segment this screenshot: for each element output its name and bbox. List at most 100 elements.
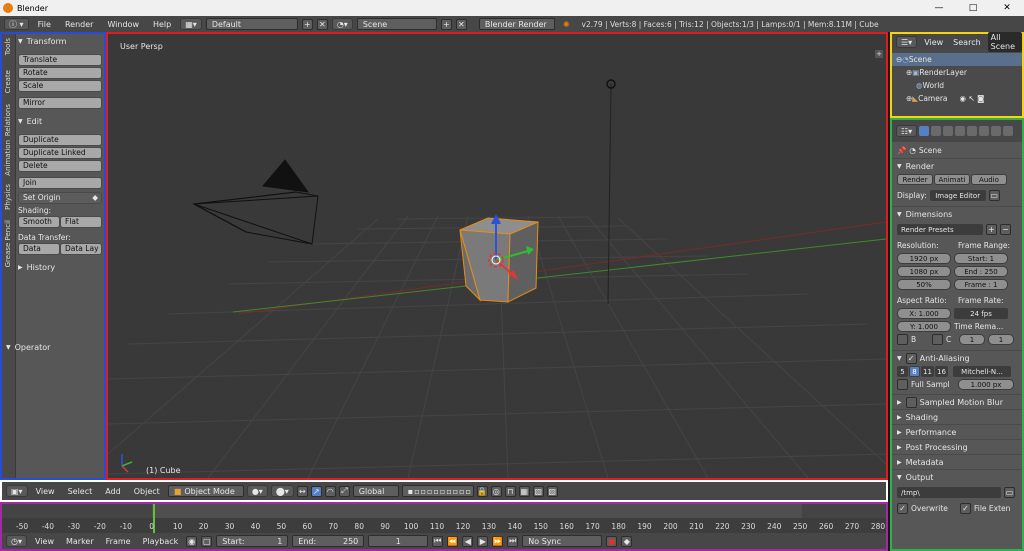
crop-checkbox[interactable] <box>932 334 943 345</box>
render-audio-button[interactable]: Audio <box>971 174 1007 185</box>
scale-button[interactable]: Scale <box>18 80 102 92</box>
next-keyframe-icon[interactable]: ⏩ <box>492 535 504 547</box>
tab-animation[interactable]: Animation <box>4 140 12 176</box>
camera-object[interactable] <box>192 159 319 245</box>
filter-size-field[interactable]: 1.000 px <box>958 379 1014 390</box>
smooth-button[interactable]: Smooth <box>18 216 60 228</box>
metadata-panel-header[interactable]: ▶ Metadata <box>892 454 1022 469</box>
delete-button[interactable]: Delete <box>18 160 102 172</box>
post-processing-panel-header[interactable]: ▶ Post Processing <box>892 439 1022 454</box>
timeline-menu-playback[interactable]: Playback <box>139 537 183 546</box>
data-button[interactable]: Data <box>18 243 60 255</box>
flat-button[interactable]: Flat <box>60 216 102 228</box>
jump-end-icon[interactable]: ⏭ <box>507 535 519 547</box>
resolution-x-field[interactable]: 1920 px <box>897 253 951 264</box>
record-audio-icon[interactable]: ◉ <box>186 535 198 547</box>
render-image-button[interactable]: Render <box>897 174 933 185</box>
3d-view-editor-icon[interactable]: ▣▾ <box>6 485 28 497</box>
scene-icon[interactable]: ◔▾ <box>331 18 353 30</box>
layout-field[interactable]: Default <box>205 18 298 30</box>
transform-panel-header[interactable]: ▼ Transform <box>18 34 104 48</box>
lock-layers-icon[interactable]: 🔒 <box>476 485 488 497</box>
outliner-filter-select[interactable]: All Scene <box>987 32 1022 52</box>
time-remap-old-field[interactable]: 1 <box>959 334 985 345</box>
tab-create[interactable]: Create <box>4 70 12 93</box>
viewport-shading-icon[interactable]: ●▾ <box>246 485 268 497</box>
rotate-button[interactable]: Rotate <box>18 67 102 79</box>
tab-grease-pencil[interactable]: Grease Pencil <box>4 220 12 267</box>
render-animation-button[interactable]: Animati <box>934 174 970 185</box>
properties-editor-icon[interactable]: ☷▾ <box>896 125 918 137</box>
performance-panel-header[interactable]: ▶ Performance <box>892 424 1022 439</box>
viewport-properties-toggle-icon[interactable]: + <box>875 50 883 58</box>
history-panel-header[interactable]: ▶ History <box>18 260 104 274</box>
play-icon[interactable]: ▶ <box>477 535 489 547</box>
editor-type-icon[interactable]: ⓘ ▾ <box>4 18 29 30</box>
keying-set-icon[interactable]: ◆ <box>621 535 633 547</box>
texture-tab-icon[interactable] <box>1003 126 1014 136</box>
display-select[interactable]: Image Editor <box>929 190 986 201</box>
duplicate-linked-button[interactable]: Duplicate Linked <box>18 147 102 159</box>
jump-start-icon[interactable]: ⏮ <box>432 535 444 547</box>
dimensions-panel-header[interactable]: ▼ Dimensions <box>892 206 1022 221</box>
resolution-percentage-field[interactable]: 50% <box>897 279 951 290</box>
add-scene-icon[interactable]: + <box>440 18 452 30</box>
opengl-animation-icon[interactable]: ▨ <box>546 485 558 497</box>
aa-samples-5[interactable]: 5 <box>897 366 908 377</box>
menu-add[interactable]: Add <box>100 487 126 496</box>
3d-viewport[interactable]: User Persp (1) Cube + <box>106 32 888 480</box>
outliner-editor-icon[interactable]: ☰▾ <box>896 36 918 48</box>
outliner-item-camera[interactable]: ⊕ ◣ Camera ◉ ↖ ◙ <box>892 92 1022 105</box>
play-reverse-icon[interactable]: ◀ <box>462 535 474 547</box>
screen-layout-icon[interactable]: ▦▾ <box>180 18 202 30</box>
translate-manipulator-icon[interactable]: ↗ <box>310 485 322 497</box>
frame-start-field[interactable]: Start: 1 <box>954 253 1008 264</box>
frame-rate-select[interactable]: 24 fps <box>954 308 1008 319</box>
modifier-tab-icon[interactable] <box>979 126 990 136</box>
browse-folder-icon[interactable]: ▭ <box>1004 487 1015 498</box>
end-frame-field[interactable]: End: 250 <box>292 535 365 547</box>
motion-blur-checkbox[interactable] <box>905 396 917 408</box>
timeline-menu-marker[interactable]: Marker <box>62 537 98 546</box>
aa-filter-select[interactable]: Mitchell-N... <box>953 366 1011 377</box>
maximize-button[interactable]: □ <box>956 0 990 16</box>
pivot-point-icon[interactable]: ⬤▾ <box>270 485 294 497</box>
layer-buttons[interactable]: ▪▫▫▫▫▫▫▫▫▫ <box>401 485 474 497</box>
material-tab-icon[interactable] <box>991 126 1002 136</box>
outliner-item-scene[interactable]: ⊖ ◔ Scene <box>892 53 1022 66</box>
snap-toggle-icon[interactable]: ⊓ <box>504 485 516 497</box>
anti-aliasing-checkbox[interactable]: ✓ <box>905 352 917 364</box>
menu-object[interactable]: Object <box>129 487 165 496</box>
aspect-x-field[interactable]: X: 1.000 <box>897 308 951 319</box>
render-layers-tab-icon[interactable] <box>931 126 942 136</box>
overwrite-checkbox[interactable]: ✓ <box>897 503 908 514</box>
opengl-render-icon[interactable]: ▧ <box>532 485 544 497</box>
outliner-item-renderlayer[interactable]: ⊕ ▣ RenderLayer <box>892 66 1022 79</box>
remove-preset-icon[interactable]: − <box>1000 224 1011 235</box>
output-panel-header[interactable]: ▼ Output <box>892 469 1022 484</box>
mirror-button[interactable]: Mirror <box>18 97 102 109</box>
add-layout-icon[interactable]: + <box>301 18 313 30</box>
object-tab-icon[interactable] <box>967 126 978 136</box>
outliner-view-menu[interactable]: View <box>921 38 946 47</box>
timeline-editor[interactable]: -50 -40 -30 -20 -10 0 10 20 30 40 50 60 70 80 90 100 110… <box>0 502 888 551</box>
scene-field[interactable]: Scene <box>356 18 437 30</box>
world-tab-icon[interactable] <box>955 126 966 136</box>
render-engine-select[interactable]: Blender Render <box>478 18 555 30</box>
edit-panel-header[interactable]: ▼ Edit <box>18 114 104 128</box>
scale-manipulator-icon[interactable]: ⤢ <box>338 485 350 497</box>
preview-range-icon[interactable]: ▢ <box>201 535 213 547</box>
join-button[interactable]: Join <box>18 177 102 189</box>
add-preset-icon[interactable]: + <box>986 224 997 235</box>
render-presets-select[interactable]: Render Presets <box>897 224 983 235</box>
sampled-motion-blur-panel-header[interactable]: ▶ Sampled Motion Blur <box>892 394 1022 409</box>
output-path-field[interactable]: /tmp\ <box>897 487 1001 498</box>
display-window-icon[interactable]: ▭ <box>988 190 1000 201</box>
interaction-mode-select[interactable]: ■ Object Mode <box>167 485 244 497</box>
scene-tab-icon[interactable] <box>943 126 954 136</box>
timeline-menu-view[interactable]: View <box>31 537 58 546</box>
menu-help[interactable]: Help <box>148 20 176 29</box>
pin-icon[interactable]: 📌 <box>897 146 906 155</box>
outliner-search-menu[interactable]: Search <box>950 38 983 47</box>
manipulator-toggle-icon[interactable]: ↔ <box>296 485 308 497</box>
